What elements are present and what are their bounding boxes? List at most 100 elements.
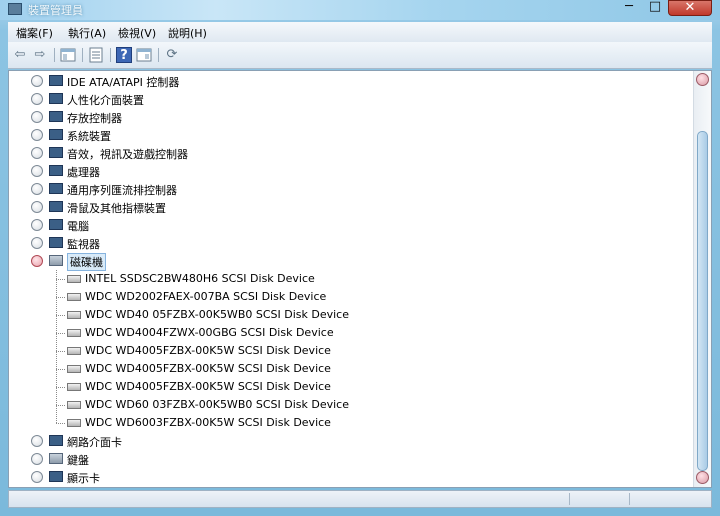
toolbar-separator (158, 48, 159, 62)
vertical-scrollbar[interactable] (693, 71, 711, 487)
tree-category[interactable]: 存放控制器 (9, 108, 689, 126)
expand-toggle-icon[interactable] (31, 129, 43, 141)
tree-connector (56, 405, 65, 406)
minimize-button[interactable]: ─ (616, 0, 642, 16)
network-adapter-icon (49, 435, 63, 446)
disk-drive-icon (67, 365, 81, 373)
expand-toggle-icon[interactable] (31, 147, 43, 159)
expand-toggle-icon[interactable] (31, 75, 43, 87)
tree-disk-label: WDC WD40 05FZBX-00K5WB0 SCSI Disk Device (85, 308, 349, 321)
tree-category[interactable]: 通用序列匯流排控制器 (9, 180, 689, 198)
tree-disk-label: WDC WD4005FZBX-00K5W SCSI Disk Device (85, 380, 331, 393)
tree-category[interactable]: 鍵盤 (9, 450, 689, 468)
menu-help[interactable]: 說明(H) (168, 25, 207, 41)
hid-icon (49, 93, 63, 104)
menu-action[interactable]: 執行(A) (68, 25, 106, 41)
processor-icon (49, 165, 63, 176)
tree-category[interactable]: 音效，視訊及遊戲控制器 (9, 144, 689, 162)
expand-toggle-icon[interactable] (31, 165, 43, 177)
collapse-toggle-icon[interactable] (31, 255, 43, 267)
expand-toggle-icon[interactable] (31, 111, 43, 123)
maximize-button[interactable]: □ (642, 0, 668, 16)
tree-connector (56, 333, 65, 334)
computer-icon (49, 219, 63, 230)
disk-drive-icon (67, 275, 81, 283)
tree-disk-label: WDC WD2002FAEX-007BA SCSI Disk Device (85, 290, 327, 303)
tree-disk-label: WDC WD4005FZBX-00K5W SCSI Disk Device (85, 362, 331, 375)
status-separator (569, 493, 570, 505)
device-manager-icon (8, 3, 22, 15)
tree-category[interactable]: 網路介面卡 (9, 432, 689, 450)
tree-connector (56, 279, 65, 280)
help-icon[interactable]: ? (116, 47, 132, 63)
sound-icon (49, 147, 63, 158)
properties-icon[interactable] (88, 47, 104, 63)
tree-disk-device[interactable]: WDC WD4004FZWX-00GBG SCSI Disk Device (9, 324, 689, 342)
device-manager-window: 裝置管理員 ─ □ ✕ 檔案(F) 執行(A) 檢視(V) 說明(H) ⇦ ⇨ … (0, 0, 720, 516)
menu-file[interactable]: 檔案(F) (16, 25, 53, 41)
scan-hardware-icon[interactable]: ⟳ (164, 47, 180, 63)
menu-view[interactable]: 檢視(V) (118, 25, 156, 41)
tree-category[interactable]: IDE ATA/ATAPI 控制器 (9, 72, 689, 90)
tree-disk-device[interactable]: WDC WD40 05FZBX-00K5WB0 SCSI Disk Device (9, 306, 689, 324)
disk-drives-icon (49, 255, 63, 266)
expand-toggle-icon[interactable] (31, 471, 43, 483)
tree-category[interactable]: 滑鼠及其他指標裝置 (9, 198, 689, 216)
tree-disk-device[interactable]: WDC WD4005FZBX-00K5W SCSI Disk Device (9, 360, 689, 378)
tree-disk-label: WDC WD6003FZBX-00K5W SCSI Disk Device (85, 416, 331, 429)
disk-drive-icon (67, 293, 81, 301)
tree-category[interactable]: 系統裝置 (9, 126, 689, 144)
scroll-thumb[interactable] (697, 131, 708, 471)
tree-category-label: 通用序列匯流排控制器 (67, 184, 177, 197)
disk-drive-icon (67, 329, 81, 337)
tree-connector (56, 387, 65, 388)
close-button[interactable]: ✕ (668, 0, 712, 16)
expand-toggle-icon[interactable] (31, 183, 43, 195)
tree-category-label: 滑鼠及其他指標裝置 (67, 202, 166, 215)
tree-disk-device[interactable]: WDC WD60 03FZBX-00K5WB0 SCSI Disk Device (9, 396, 689, 414)
scroll-up-button[interactable] (696, 73, 709, 86)
toolbar: ⇦ ⇨ ? ⟳ (8, 42, 712, 69)
tree-category-label: 磁碟機 (67, 253, 106, 271)
tree-disk-device[interactable]: WDC WD2002FAEX-007BA SCSI Disk Device (9, 288, 689, 306)
disk-drive-icon (67, 311, 81, 319)
window-title: 裝置管理員 (28, 4, 83, 17)
tree-category[interactable]: 電腦 (9, 216, 689, 234)
expand-toggle-icon[interactable] (31, 201, 43, 213)
tree-category-label: IDE ATA/ATAPI 控制器 (67, 76, 180, 89)
tree-disk-device[interactable]: INTEL SSDSC2BW480H6 SCSI Disk Device (9, 270, 689, 288)
tree-disk-device[interactable]: WDC WD4005FZBX-00K5W SCSI Disk Device (9, 378, 689, 396)
display-adapter-icon (49, 471, 63, 482)
disk-drive-icon (67, 401, 81, 409)
storage-controller-icon (49, 111, 63, 122)
forward-arrow-icon[interactable]: ⇨ (32, 47, 48, 63)
tree-category-label: 系統裝置 (67, 130, 111, 143)
expand-toggle-icon[interactable] (31, 237, 43, 249)
console-tree-icon[interactable] (60, 47, 76, 63)
status-separator (629, 493, 630, 505)
tree-category[interactable]: 監視器 (9, 234, 689, 252)
tree-category-label: 網路介面卡 (67, 436, 122, 449)
back-arrow-icon[interactable]: ⇦ (12, 47, 28, 63)
tree-category[interactable]: 人性化介面裝置 (9, 90, 689, 108)
tree-disk-device[interactable]: WDC WD6003FZBX-00K5W SCSI Disk Device (9, 414, 689, 432)
device-tree[interactable]: IDE ATA/ATAPI 控制器 人性化介面裝置 存放控制器系統裝置 音效，視訊及遊… (8, 70, 712, 488)
tree-disk-label: WDC WD60 03FZBX-00K5WB0 SCSI Disk Device (85, 398, 349, 411)
expand-toggle-icon[interactable] (31, 435, 43, 447)
toolbar-separator (82, 48, 83, 62)
tree-category-label: 顯示卡 (67, 472, 100, 485)
view-icon[interactable] (136, 47, 152, 63)
status-bar (8, 490, 712, 508)
tree-category[interactable]: 顯示卡 (9, 468, 689, 486)
expand-toggle-icon[interactable] (31, 453, 43, 465)
tree-connector (56, 423, 65, 424)
tree-disk-device[interactable]: WDC WD4005FZBX-00K5W SCSI Disk Device (9, 342, 689, 360)
mouse-icon (49, 201, 63, 212)
expand-toggle-icon[interactable] (31, 93, 43, 105)
tree-category-expanded[interactable]: 磁碟機 (9, 252, 689, 271)
expand-toggle-icon[interactable] (31, 219, 43, 231)
tree-category[interactable]: 處理器 (9, 162, 689, 180)
monitor-icon (49, 237, 63, 248)
title-bar[interactable]: 裝置管理員 ─ □ ✕ (0, 0, 720, 20)
scroll-down-button[interactable] (696, 471, 709, 484)
